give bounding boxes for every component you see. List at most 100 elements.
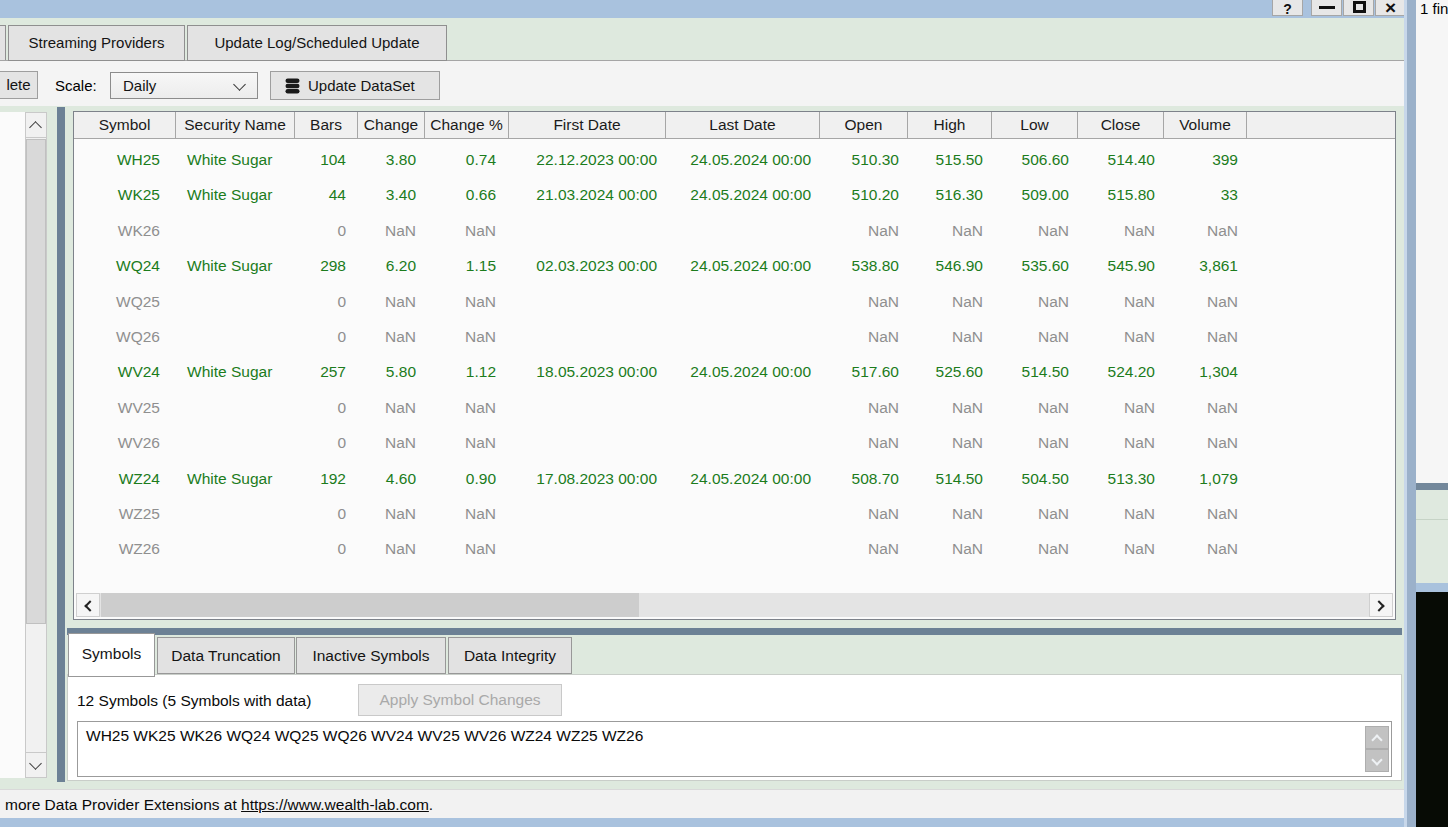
cell-volume[interactable]: NaN xyxy=(1164,319,1247,354)
cell-close[interactable]: 524.20 xyxy=(1078,354,1164,389)
cell-first_date[interactable] xyxy=(509,496,666,531)
cell-volume[interactable]: 1,304 xyxy=(1164,354,1247,389)
cell-first_date[interactable] xyxy=(509,531,666,566)
column-header-last_date[interactable]: Last Date xyxy=(666,112,820,138)
horizontal-scrollbar[interactable] xyxy=(76,593,1393,617)
scroll-down-button[interactable] xyxy=(26,752,46,777)
cell-close[interactable]: 513.30 xyxy=(1078,461,1164,496)
cell-first_date[interactable]: 02.03.2023 00:00 xyxy=(509,248,666,283)
cell-high[interactable]: 516.30 xyxy=(908,177,992,212)
cell-bars[interactable]: 44 xyxy=(295,177,358,212)
column-header-bars[interactable]: Bars xyxy=(295,112,358,138)
cell-high[interactable]: NaN xyxy=(908,213,992,248)
cell-open[interactable]: NaN xyxy=(820,284,908,319)
cell-low[interactable]: 504.50 xyxy=(992,461,1078,496)
cell-volume[interactable]: NaN xyxy=(1164,213,1247,248)
cell-volume[interactable]: NaN xyxy=(1164,531,1247,566)
column-header-change_pct[interactable]: Change % xyxy=(425,112,509,138)
close-button[interactable]: × xyxy=(1375,0,1406,16)
scrollbar-thumb[interactable] xyxy=(26,139,46,624)
column-header-volume[interactable]: Volume xyxy=(1164,112,1247,138)
cell-first_date[interactable]: 18.05.2023 00:00 xyxy=(509,354,666,389)
cell-symbol[interactable]: WK26 xyxy=(74,213,176,248)
cell-bars[interactable]: 298 xyxy=(295,248,358,283)
textarea-scroll-down-button[interactable] xyxy=(1365,749,1389,772)
cell-bars[interactable]: 0 xyxy=(295,319,358,354)
cell-close[interactable]: 514.40 xyxy=(1078,142,1164,177)
cell-name[interactable] xyxy=(176,531,295,566)
scroll-left-button[interactable] xyxy=(76,593,100,617)
cell-close[interactable]: NaN xyxy=(1078,284,1164,319)
column-header-name[interactable]: Security Name xyxy=(176,112,295,138)
tab-update-log[interactable]: Update Log/Scheduled Update xyxy=(187,25,447,61)
cell-change[interactable]: NaN xyxy=(358,319,425,354)
cell-bars[interactable]: 0 xyxy=(295,284,358,319)
cell-change[interactable]: NaN xyxy=(358,390,425,425)
cell-change[interactable]: NaN xyxy=(358,213,425,248)
tab-data-truncation[interactable]: Data Truncation xyxy=(157,637,295,674)
cell-low[interactable]: NaN xyxy=(992,390,1078,425)
wealth-lab-link[interactable]: https://www.wealth-lab.com xyxy=(241,796,429,813)
cell-high[interactable]: NaN xyxy=(908,496,992,531)
tab-symbols[interactable]: Symbols xyxy=(68,633,155,677)
cell-name[interactable] xyxy=(176,425,295,460)
cell-filler[interactable] xyxy=(1247,496,1395,531)
cell-volume[interactable]: NaN xyxy=(1164,425,1247,460)
cell-low[interactable]: NaN xyxy=(992,531,1078,566)
cell-name[interactable]: White Sugar xyxy=(176,461,295,496)
cell-high[interactable]: 515.50 xyxy=(908,142,992,177)
cell-last_date[interactable] xyxy=(666,319,820,354)
scrollbar-thumb[interactable] xyxy=(101,593,639,617)
cell-bars[interactable]: 192 xyxy=(295,461,358,496)
table-row[interactable]: WQ260NaNNaNNaNNaNNaNNaNNaN xyxy=(74,319,1395,354)
cell-low[interactable]: NaN xyxy=(992,213,1078,248)
column-header-high[interactable]: High xyxy=(908,112,992,138)
cell-high[interactable]: 514.50 xyxy=(908,461,992,496)
cell-low[interactable]: 514.50 xyxy=(992,354,1078,389)
cell-filler[interactable] xyxy=(1247,354,1395,389)
cell-open[interactable]: 508.70 xyxy=(820,461,908,496)
cell-name[interactable]: White Sugar xyxy=(176,354,295,389)
table-row[interactable]: WK25White Sugar443.400.6621.03.2024 00:0… xyxy=(74,177,1395,212)
table-row[interactable]: WZ24White Sugar1924.600.9017.08.2023 00:… xyxy=(74,461,1395,496)
cell-high[interactable]: NaN xyxy=(908,531,992,566)
minimize-button[interactable] xyxy=(1311,0,1342,16)
cell-filler[interactable] xyxy=(1247,177,1395,212)
cell-last_date[interactable]: 24.05.2024 00:00 xyxy=(666,354,820,389)
tab-fragment[interactable] xyxy=(0,25,6,60)
cell-bars[interactable]: 104 xyxy=(295,142,358,177)
cell-volume[interactable]: NaN xyxy=(1164,390,1247,425)
cell-name[interactable] xyxy=(176,284,295,319)
cell-change_pct[interactable]: 0.74 xyxy=(425,142,509,177)
cell-last_date[interactable]: 24.05.2024 00:00 xyxy=(666,177,820,212)
cell-change[interactable]: 6.20 xyxy=(358,248,425,283)
cell-bars[interactable]: 0 xyxy=(295,213,358,248)
cell-bars[interactable]: 0 xyxy=(295,390,358,425)
cell-symbol[interactable]: WV26 xyxy=(74,425,176,460)
cell-last_date[interactable]: 24.05.2024 00:00 xyxy=(666,248,820,283)
help-button[interactable]: ? xyxy=(1272,0,1303,16)
cell-last_date[interactable] xyxy=(666,425,820,460)
cell-low[interactable]: NaN xyxy=(992,425,1078,460)
cell-first_date[interactable] xyxy=(509,284,666,319)
cell-name[interactable] xyxy=(176,319,295,354)
cell-low[interactable]: NaN xyxy=(992,496,1078,531)
cell-last_date[interactable] xyxy=(666,496,820,531)
update-dataset-button[interactable]: Update DataSet xyxy=(270,71,440,100)
cell-close[interactable]: NaN xyxy=(1078,531,1164,566)
table-row[interactable]: WV24White Sugar2575.801.1218.05.2023 00:… xyxy=(74,354,1395,389)
cell-close[interactable]: 545.90 xyxy=(1078,248,1164,283)
cell-low[interactable]: NaN xyxy=(992,319,1078,354)
column-header-close[interactable]: Close xyxy=(1078,112,1164,138)
cell-change[interactable]: 3.40 xyxy=(358,177,425,212)
tab-streaming-providers[interactable]: Streaming Providers xyxy=(8,25,185,61)
cell-open[interactable]: NaN xyxy=(820,496,908,531)
cell-symbol[interactable]: WV25 xyxy=(74,390,176,425)
cell-name[interactable]: White Sugar xyxy=(176,248,295,283)
cell-bars[interactable]: 0 xyxy=(295,531,358,566)
cell-open[interactable]: 510.20 xyxy=(820,177,908,212)
column-header-first_date[interactable]: First Date xyxy=(509,112,666,138)
cell-last_date[interactable] xyxy=(666,284,820,319)
cell-filler[interactable] xyxy=(1247,248,1395,283)
cell-symbol[interactable]: WZ24 xyxy=(74,461,176,496)
